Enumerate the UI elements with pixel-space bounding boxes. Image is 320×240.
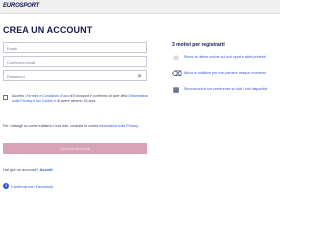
- consent-text-middle: di Eurosport e confermo di aver letto l': [69, 94, 130, 98]
- device-icon: ▦: [172, 87, 180, 94]
- email-confirm-placeholder: Conferma email: [7, 60, 36, 65]
- reason-item: ⌫ Attiva le notifiche per non perdere ne…: [172, 71, 272, 85]
- reason-item: ▦ Sincronizza le tue preferenze su tutti…: [172, 87, 272, 101]
- page-title: CREA UN ACCOUNT: [3, 25, 93, 35]
- facebook-label: Continua con Facebook: [11, 183, 54, 189]
- notice-text: Per i dettagli su come trattiamo i tuoi …: [3, 124, 99, 128]
- privacy-notice: Per i dettagli su come trattiamo i tuoi …: [3, 124, 143, 129]
- email-placeholder: Email: [7, 46, 18, 51]
- consent-text-after: e di avere almeno 16 anni.: [53, 98, 97, 103]
- consent-checkbox[interactable]: [3, 95, 8, 100]
- email-field[interactable]: Email: [3, 42, 147, 53]
- facebook-icon: f: [3, 183, 9, 189]
- star-icon: ☆: [172, 55, 180, 62]
- eurosport-logo[interactable]: EUROSPORT: [3, 3, 39, 9]
- reasons-title: 3 motivi per registrarti: [172, 42, 225, 48]
- login-prompt: Hai già un account? Accedi: [3, 167, 53, 172]
- reason-text: Attiva le notifiche per non perdere ness…: [184, 71, 267, 75]
- privacy-policy-link[interactable]: Informativa sulla Privacy.: [99, 124, 139, 128]
- consent-text-before: Accetto i: [12, 94, 26, 98]
- password-field[interactable]: Password ◉: [3, 70, 147, 81]
- eye-icon[interactable]: ◉: [136, 73, 143, 79]
- password-placeholder: Password: [7, 74, 25, 79]
- reason-text: Sincronizza le tue preferenze su tutti i…: [184, 87, 268, 91]
- top-bar: EUROSPORT: [0, 0, 280, 14]
- consent-text: Accetto i Termini e Condizioni d'uso di …: [12, 94, 148, 104]
- terms-link[interactable]: Termini e Condizioni d'uso: [27, 94, 69, 98]
- login-link[interactable]: Accedi: [39, 167, 52, 172]
- login-question: Hai già un account?: [3, 167, 39, 172]
- bell-icon: ⌫: [172, 71, 182, 78]
- create-account-button[interactable]: Crea un account: [3, 143, 147, 154]
- email-confirm-field[interactable]: Conferma email: [3, 56, 147, 67]
- reason-item: ☆ Ricevi le ultime notizie sui tuoi spor…: [172, 55, 272, 69]
- reason-text: Ricevi le ultime notizie sui tuoi sport …: [184, 55, 266, 59]
- facebook-login-button[interactable]: f Continua con Facebook: [3, 182, 53, 190]
